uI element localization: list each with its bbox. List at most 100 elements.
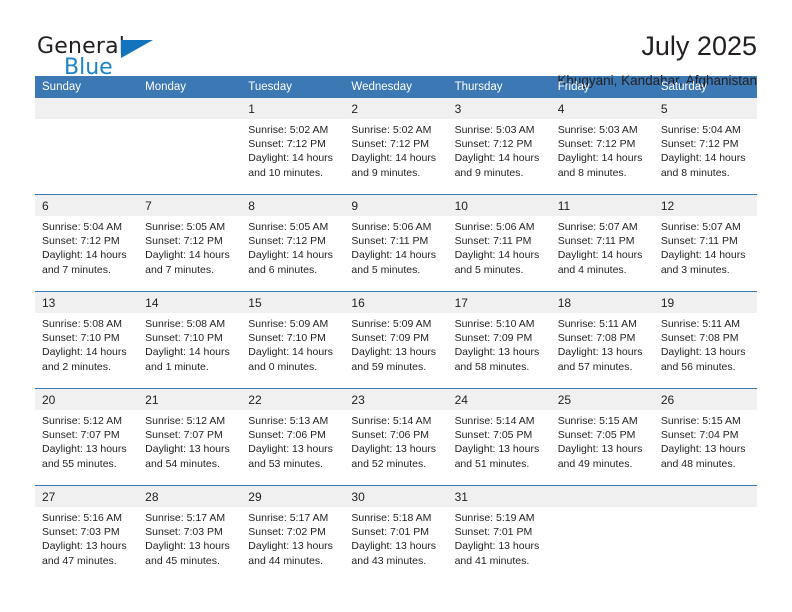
sunrise-text: Sunrise: 5:16 AM: [42, 512, 122, 524]
sunrise-text: Sunrise: 5:03 AM: [454, 124, 535, 136]
day-number[interactable]: 26: [653, 389, 757, 410]
day-cell[interactable]: Sunrise: 5:08 AM Sunset: 7:10 PM Daylight:…: [35, 313, 139, 388]
day-cell[interactable]: Sunrise: 5:16 AM Sunset: 7:03 PM Daylight:…: [35, 507, 139, 582]
day-cell[interactable]: Sunrise: 5:11 AM Sunset: 7:08 PM Daylight:…: [653, 313, 757, 388]
day-number[interactable]: 25: [550, 389, 654, 410]
blue-flag-triangle-icon: [121, 40, 153, 58]
daylight-text: Daylight: 14 hours and 5 minutes.: [351, 249, 437, 276]
daylight-text: Daylight: 13 hours and 49 minutes.: [557, 443, 643, 470]
sunrise-text: Sunrise: 5:04 AM: [660, 124, 741, 136]
day-number[interactable]: 6: [35, 195, 139, 216]
sunrise-text: Sunrise: 5:12 AM: [145, 415, 226, 427]
day-cell[interactable]: Sunrise: 5:19 AM Sunset: 7:01 PM Daylight:…: [447, 507, 551, 582]
sunset-text: Sunset: 7:01 PM: [351, 526, 430, 539]
sunset-text: Sunset: 7:02 PM: [248, 526, 326, 539]
daylight-text: Daylight: 14 hours and 7 minutes.: [42, 249, 127, 276]
day-cell[interactable]: Sunrise: 5:09 AM Sunset: 7:10 PM Daylight:…: [241, 313, 345, 388]
day-number[interactable]: 7: [138, 195, 242, 216]
day-cell[interactable]: Sunrise: 5:04 AM Sunset: 7:12 PM Daylight:…: [653, 119, 757, 194]
day-number[interactable]: 30: [344, 486, 448, 507]
sunrise-text: Sunrise: 5:14 AM: [351, 415, 432, 427]
daylight-text: Daylight: 14 hours and 1 minute.: [145, 346, 230, 373]
day-cell[interactable]: Sunrise: 5:05 AM Sunset: 7:12 PM Daylight:…: [138, 216, 242, 291]
sunrise-text: Sunrise: 5:06 AM: [454, 221, 535, 233]
day-number[interactable]: 17: [447, 292, 551, 313]
day-number[interactable]: 16: [344, 292, 448, 313]
weekday-header-tuesday: Tuesday: [241, 76, 345, 98]
daylight-text: Daylight: 14 hours and 10 minutes.: [248, 152, 333, 179]
sunrise-text: Sunrise: 5:04 AM: [42, 221, 122, 233]
day-info-row: Sunrise: 5:16 AM Sunset: 7:03 PM Daylight:…: [35, 507, 757, 582]
day-number[interactable]: 10: [447, 195, 551, 216]
day-number-row: 20 21 22 23 24 25 26: [35, 389, 757, 410]
day-number[interactable]: 8: [241, 195, 345, 216]
sunset-text: Sunset: 7:11 PM: [351, 235, 429, 248]
day-cell[interactable]: Sunrise: 5:10 AM Sunset: 7:09 PM Daylight:…: [447, 313, 551, 388]
day-number[interactable]: 27: [35, 486, 139, 507]
day-cell[interactable]: Sunrise: 5:03 AM Sunset: 7:12 PM Daylight:…: [550, 119, 654, 194]
sunset-text: Sunset: 7:12 PM: [145, 235, 223, 248]
day-cell[interactable]: Sunrise: 5:17 AM Sunset: 7:03 PM Daylight:…: [138, 507, 242, 582]
day-cell[interactable]: Sunrise: 5:02 AM Sunset: 7:12 PM Daylight:…: [241, 119, 345, 194]
day-cell[interactable]: Sunrise: 5:08 AM Sunset: 7:10 PM Daylight:…: [138, 313, 242, 388]
day-number[interactable]: 11: [550, 195, 654, 216]
sunrise-text: Sunrise: 5:10 AM: [454, 318, 535, 330]
brand-name-blue: Blue: [64, 55, 113, 80]
day-number[interactable]: 3: [447, 98, 551, 119]
day-cell[interactable]: Sunrise: 5:07 AM Sunset: 7:11 PM Daylight:…: [550, 216, 654, 291]
daylight-text: Daylight: 14 hours and 9 minutes.: [454, 152, 540, 179]
day-number[interactable]: 12: [653, 195, 757, 216]
day-number[interactable]: 21: [138, 389, 242, 410]
daylight-text: Daylight: 14 hours and 8 minutes.: [557, 152, 643, 179]
day-cell[interactable]: Sunrise: 5:14 AM Sunset: 7:05 PM Daylight:…: [447, 410, 551, 485]
day-number-empty: [35, 98, 139, 119]
day-info-row: Sunrise: 5:02 AM Sunset: 7:12 PM Daylight:…: [35, 119, 757, 194]
day-number[interactable]: 13: [35, 292, 139, 313]
day-cell[interactable]: Sunrise: 5:15 AM Sunset: 7:05 PM Daylight:…: [550, 410, 654, 485]
day-cell[interactable]: Sunrise: 5:03 AM Sunset: 7:12 PM Daylight:…: [447, 119, 551, 194]
day-cell[interactable]: Sunrise: 5:06 AM Sunset: 7:11 PM Daylight:…: [344, 216, 448, 291]
day-number[interactable]: 9: [344, 195, 448, 216]
day-cell[interactable]: Sunrise: 5:06 AM Sunset: 7:11 PM Daylight:…: [447, 216, 551, 291]
sunrise-text: Sunrise: 5:12 AM: [42, 415, 122, 427]
day-number[interactable]: 14: [138, 292, 242, 313]
sunrise-text: Sunrise: 5:09 AM: [351, 318, 432, 330]
day-number[interactable]: 2: [344, 98, 448, 119]
day-cell[interactable]: Sunrise: 5:02 AM Sunset: 7:12 PM Daylight:…: [344, 119, 448, 194]
day-cell[interactable]: Sunrise: 5:09 AM Sunset: 7:09 PM Daylight:…: [344, 313, 448, 388]
day-number-row: 12345: [35, 98, 757, 119]
day-cell[interactable]: Sunrise: 5:12 AM Sunset: 7:07 PM Daylight:…: [35, 410, 139, 485]
day-number[interactable]: 29: [241, 486, 345, 507]
sunrise-text: Sunrise: 5:13 AM: [248, 415, 329, 427]
day-number[interactable]: 23: [344, 389, 448, 410]
day-number[interactable]: 15: [241, 292, 345, 313]
day-cell[interactable]: Sunrise: 5:12 AM Sunset: 7:07 PM Daylight:…: [138, 410, 242, 485]
brand-logo[interactable]: General Blue: [35, 30, 165, 82]
day-cell[interactable]: Sunrise: 5:05 AM Sunset: 7:12 PM Daylight:…: [241, 216, 345, 291]
sunrise-text: Sunrise: 5:15 AM: [660, 415, 741, 427]
day-number[interactable]: 4: [550, 98, 654, 119]
day-cell[interactable]: Sunrise: 5:15 AM Sunset: 7:04 PM Daylight:…: [653, 410, 757, 485]
day-cell[interactable]: Sunrise: 5:18 AM Sunset: 7:01 PM Daylight:…: [344, 507, 448, 582]
sunrise-text: Sunrise: 5:17 AM: [248, 512, 329, 524]
day-cell[interactable]: Sunrise: 5:14 AM Sunset: 7:06 PM Daylight:…: [344, 410, 448, 485]
day-cell[interactable]: Sunrise: 5:17 AM Sunset: 7:02 PM Daylight:…: [241, 507, 345, 582]
day-number[interactable]: 20: [35, 389, 139, 410]
sunset-text: Sunset: 7:12 PM: [351, 138, 430, 151]
day-cell[interactable]: Sunrise: 5:04 AM Sunset: 7:12 PM Daylight:…: [35, 216, 139, 291]
day-number[interactable]: 24: [447, 389, 551, 410]
day-cell[interactable]: Sunrise: 5:13 AM Sunset: 7:06 PM Daylight:…: [241, 410, 345, 485]
sunset-text: Sunset: 7:08 PM: [557, 332, 636, 345]
day-number[interactable]: 22: [241, 389, 345, 410]
day-number[interactable]: 1: [241, 98, 345, 119]
day-number[interactable]: 31: [447, 486, 551, 507]
day-number[interactable]: 18: [550, 292, 654, 313]
day-cell[interactable]: Sunrise: 5:07 AM Sunset: 7:11 PM Daylight:…: [653, 216, 757, 291]
day-number[interactable]: 28: [138, 486, 242, 507]
daylight-text: Daylight: 13 hours and 41 minutes.: [454, 540, 540, 567]
day-cell-empty: [138, 119, 242, 194]
day-cell[interactable]: Sunrise: 5:11 AM Sunset: 7:08 PM Daylight:…: [550, 313, 654, 388]
day-number[interactable]: 19: [653, 292, 757, 313]
sunset-text: Sunset: 7:08 PM: [660, 332, 739, 345]
day-number[interactable]: 5: [653, 98, 757, 119]
